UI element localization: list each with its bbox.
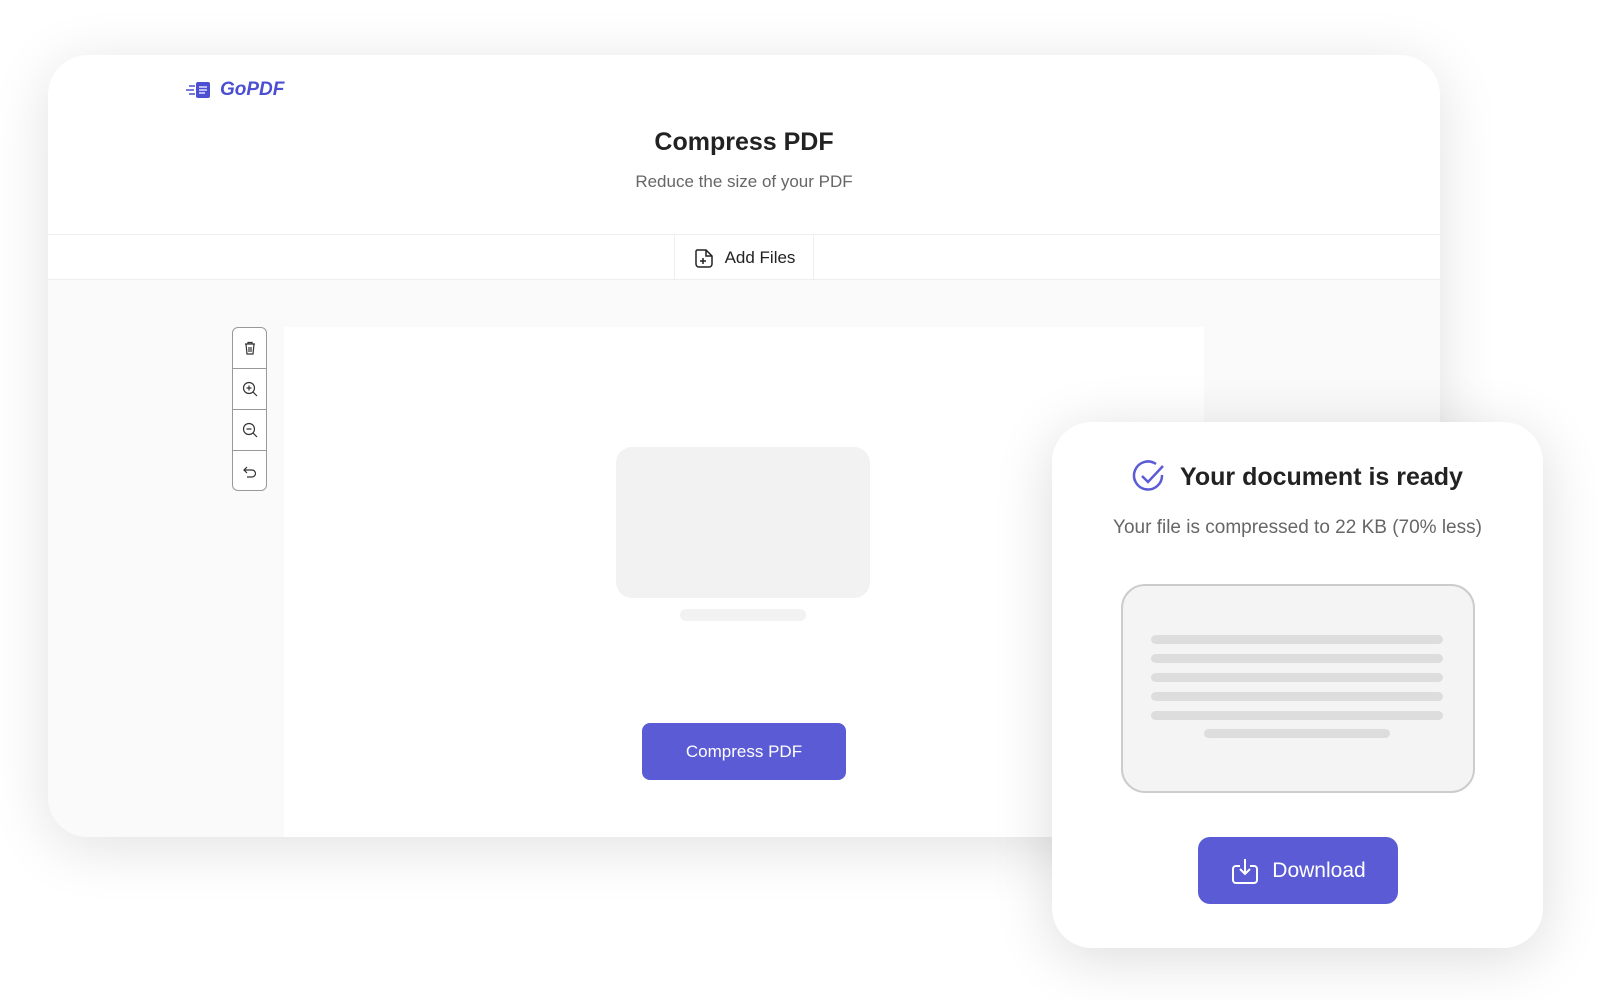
logo[interactable]: GoPDF — [186, 79, 284, 101]
compressed-document-preview — [1121, 584, 1475, 793]
page-title: Compress PDF — [654, 128, 834, 156]
result-message: Your file is compressed to 22 KB (70% le… — [1113, 517, 1482, 538]
file-name-placeholder — [680, 609, 806, 621]
logo-text: GoPDF — [220, 79, 285, 100]
file-thumbnail-placeholder — [616, 447, 870, 598]
toolbar: Add Files — [48, 234, 1440, 280]
add-files-button[interactable]: Add Files — [674, 235, 814, 280]
delete-button[interactable] — [233, 328, 266, 369]
add-files-label: Add Files — [724, 247, 796, 267]
text-line — [1151, 711, 1443, 720]
zoom-out-button[interactable] — [233, 410, 266, 451]
logo-icon — [186, 82, 210, 98]
compress-pdf-button[interactable]: Compress PDF — [642, 723, 846, 780]
text-line — [1204, 729, 1390, 738]
zoom-in-icon — [242, 381, 257, 397]
text-line — [1151, 635, 1443, 644]
download-button[interactable]: Download — [1198, 837, 1398, 904]
download-label: Download — [1272, 858, 1366, 882]
text-line — [1151, 673, 1443, 682]
zoom-in-button[interactable] — [233, 369, 266, 410]
check-circle-icon — [1132, 460, 1164, 491]
result-title: Your document is ready — [1180, 462, 1463, 491]
text-line — [1151, 654, 1443, 663]
undo-icon — [242, 466, 256, 478]
text-line — [1151, 692, 1443, 701]
zoom-out-icon — [242, 422, 257, 438]
trash-icon — [244, 341, 255, 355]
result-card: Your document is ready Your file is comp… — [1052, 422, 1543, 948]
undo-button[interactable] — [233, 451, 266, 492]
page-tools — [232, 327, 267, 491]
page-subtitle: Reduce the size of your PDF — [635, 172, 853, 191]
add-file-icon — [694, 248, 713, 268]
download-icon — [1232, 858, 1259, 884]
